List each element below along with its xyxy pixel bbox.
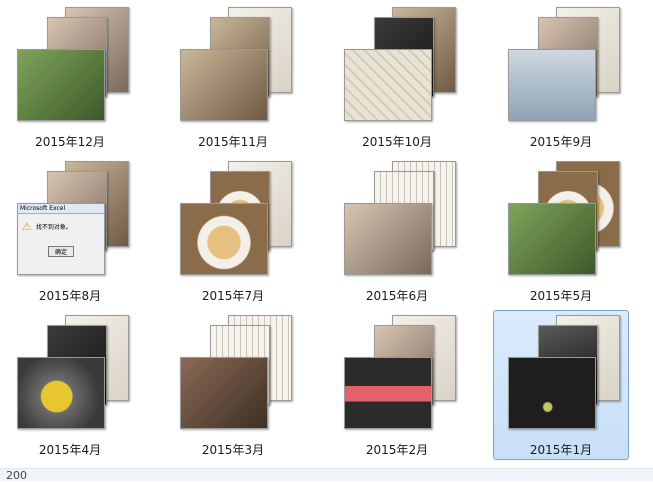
folder-thumbnail-stack: [166, 157, 302, 285]
folder-label: 2015年3月: [201, 443, 265, 457]
folder-item[interactable]: 2015年5月: [493, 156, 629, 306]
photo-thumbnail: Microsoft Excel ⚠ 找不到对象。确定: [17, 203, 105, 275]
folder-item[interactable]: 2015年7月: [165, 156, 301, 306]
photo-thumbnail: [508, 203, 596, 275]
status-bar: 200: [0, 468, 653, 482]
folder-thumbnail-stack: [494, 3, 630, 131]
photo-thumbnail: [180, 49, 268, 121]
folder-label: 2015年8月: [38, 289, 102, 303]
folder-thumbnail-stack: [494, 157, 630, 285]
photo-thumbnail: [508, 49, 596, 121]
folder-thumbnail-stack: [166, 311, 302, 439]
folder-label: 2015年2月: [365, 443, 429, 457]
folder-label: 2015年7月: [201, 289, 265, 303]
excel-dialog-message: 找不到对象。: [35, 224, 72, 231]
folder-grid: 2015年12月 2015年11月 2015年10月 2015年9月 Microsoft…: [0, 0, 653, 468]
folder-item[interactable]: 2015年12月: [2, 2, 138, 152]
folder-item[interactable]: 2015年3月: [165, 310, 301, 460]
folder-label: 2015年6月: [365, 289, 429, 303]
photo-thumbnail: [180, 357, 268, 429]
folder-label: 2015年12月: [35, 135, 105, 149]
excel-dialog-ok: 确定: [47, 246, 74, 257]
warning-icon: ⚠: [22, 220, 32, 233]
folder-thumbnail-stack: [330, 311, 466, 439]
folder-thumbnail-stack: Microsoft Excel ⚠ 找不到对象。确定: [3, 157, 139, 285]
status-count: 200: [6, 469, 27, 482]
folder-item[interactable]: 2015年11月: [165, 2, 301, 152]
folder-label: 2015年4月: [38, 443, 102, 457]
folder-item[interactable]: 2015年9月: [493, 2, 629, 152]
photo-thumbnail: [17, 49, 105, 121]
folder-thumbnail-stack: [494, 311, 630, 439]
folder-label: 2015年5月: [529, 289, 593, 303]
folder-item[interactable]: Microsoft Excel ⚠ 找不到对象。确定 2015年8月: [2, 156, 138, 306]
photo-thumbnail: [344, 203, 432, 275]
excel-dialog-title: Microsoft Excel: [20, 205, 66, 212]
folder-label: 2015年9月: [529, 135, 593, 149]
photo-thumbnail: [344, 49, 432, 121]
photo-thumbnail: [180, 203, 268, 275]
folder-item[interactable]: 2015年6月: [329, 156, 465, 306]
folder-thumbnail-stack: [330, 3, 466, 131]
folder-label: 2015年1月: [529, 443, 593, 457]
photo-thumbnail: [508, 357, 596, 429]
folder-item[interactable]: 2015年10月: [329, 2, 465, 152]
folder-thumbnail-stack: [3, 3, 139, 131]
folder-thumbnail-stack: [166, 3, 302, 131]
folder-thumbnail-stack: [3, 311, 139, 439]
folder-thumbnail-stack: [330, 157, 466, 285]
folder-label: 2015年11月: [198, 135, 268, 149]
photo-thumbnail: [344, 357, 432, 429]
folder-item[interactable]: 2015年1月: [493, 310, 629, 460]
folder-label: 2015年10月: [362, 135, 432, 149]
folder-item[interactable]: 2015年4月: [2, 310, 138, 460]
folder-item[interactable]: 2015年2月: [329, 310, 465, 460]
photo-thumbnail: [17, 357, 105, 429]
